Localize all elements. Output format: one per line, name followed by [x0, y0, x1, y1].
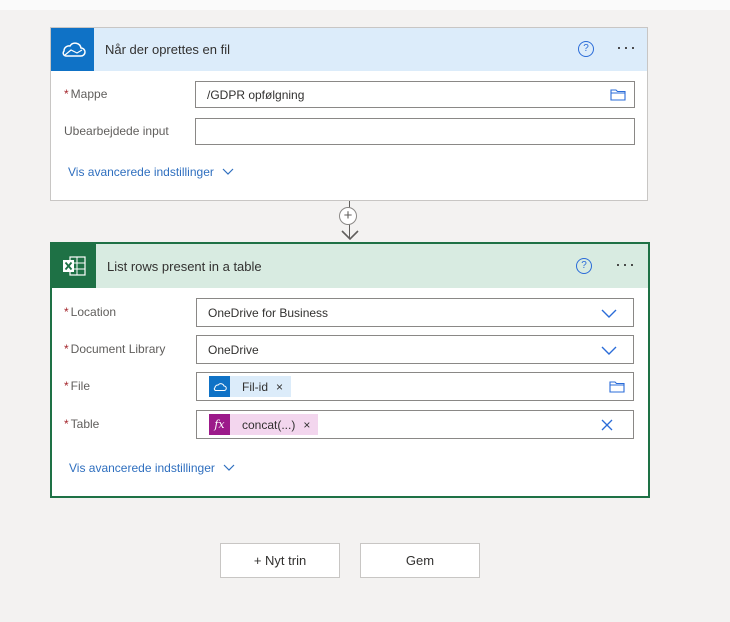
- ubearbejdede-input-field[interactable]: [195, 118, 635, 145]
- file-field[interactable]: Fil-id ×: [196, 372, 634, 401]
- help-icon[interactable]: ?: [576, 258, 592, 274]
- concat-expression-token[interactable]: fx concat(...) ×: [209, 414, 319, 435]
- insert-step-plus-icon[interactable]: +: [339, 207, 357, 225]
- advanced-label: Vis avancerede indstillinger: [69, 461, 215, 475]
- remove-token-icon[interactable]: ×: [303, 418, 310, 432]
- location-dropdown[interactable]: OneDrive for Business: [196, 298, 634, 327]
- mappe-label: * Mappe: [64, 87, 108, 101]
- document-library-dropdown[interactable]: OneDrive: [196, 335, 634, 364]
- file-id-token[interactable]: Fil-id ×: [209, 376, 292, 397]
- action-card: List rows present in a table ? ··· * Loca…: [50, 242, 650, 498]
- advanced-label: Vis avancerede indstillinger: [68, 165, 214, 179]
- chevron-down-icon[interactable]: [601, 309, 617, 319]
- show-advanced-options-link[interactable]: Vis avancerede indstillinger: [68, 165, 234, 179]
- location-label: * Location: [64, 305, 117, 319]
- chevron-down-icon[interactable]: [601, 346, 617, 356]
- chevron-down-icon: [223, 464, 235, 471]
- trigger-card: Når der oprettes en fil ? ··· * Mappe /GD…: [50, 27, 648, 201]
- concat-token-label: concat(...): [242, 417, 296, 432]
- show-advanced-options-link[interactable]: Vis avancerede indstillinger: [69, 461, 235, 475]
- new-step-button[interactable]: + Nyt trin: [220, 543, 340, 578]
- action-card-header[interactable]: List rows present in a table ? ···: [52, 244, 648, 288]
- function-fx-icon: fx: [209, 414, 230, 435]
- action-title: List rows present in a table: [107, 258, 262, 274]
- file-id-token-label: Fil-id: [242, 379, 268, 394]
- help-icon[interactable]: ?: [578, 41, 594, 57]
- remove-token-icon[interactable]: ×: [276, 380, 283, 394]
- save-button[interactable]: Gem: [360, 543, 480, 578]
- clear-icon[interactable]: [601, 419, 613, 431]
- onedrive-cloud-icon: [51, 28, 94, 71]
- document-library-value: OneDrive: [208, 343, 259, 357]
- document-library-label: * Document Library: [64, 342, 166, 356]
- mappe-field[interactable]: /GDPR opfølgning: [195, 81, 635, 108]
- more-options-icon[interactable]: ···: [615, 255, 636, 273]
- excel-icon: [52, 244, 96, 288]
- trigger-title: Når der oprettes en fil: [105, 42, 231, 57]
- chevron-down-icon: [222, 168, 234, 175]
- more-options-icon[interactable]: ···: [616, 38, 637, 56]
- arrow-down-icon: [341, 230, 359, 241]
- folder-icon[interactable]: [609, 380, 625, 396]
- table-label: * Table: [64, 417, 100, 431]
- location-value: OneDrive for Business: [208, 306, 329, 320]
- mappe-value: /GDPR opfølgning: [207, 88, 305, 102]
- flow-designer-canvas: Når der oprettes en fil ? ··· * Mappe /GD…: [0, 0, 730, 622]
- trigger-card-header[interactable]: Når der oprettes en fil ? ···: [51, 28, 647, 71]
- top-strip: [0, 0, 730, 10]
- file-label: * File: [64, 379, 91, 393]
- table-field[interactable]: fx concat(...) ×: [196, 410, 634, 439]
- onedrive-cloud-icon: [209, 376, 230, 397]
- ubearbejdede-label: Ubearbejdede input: [64, 124, 169, 138]
- folder-icon[interactable]: [610, 88, 626, 104]
